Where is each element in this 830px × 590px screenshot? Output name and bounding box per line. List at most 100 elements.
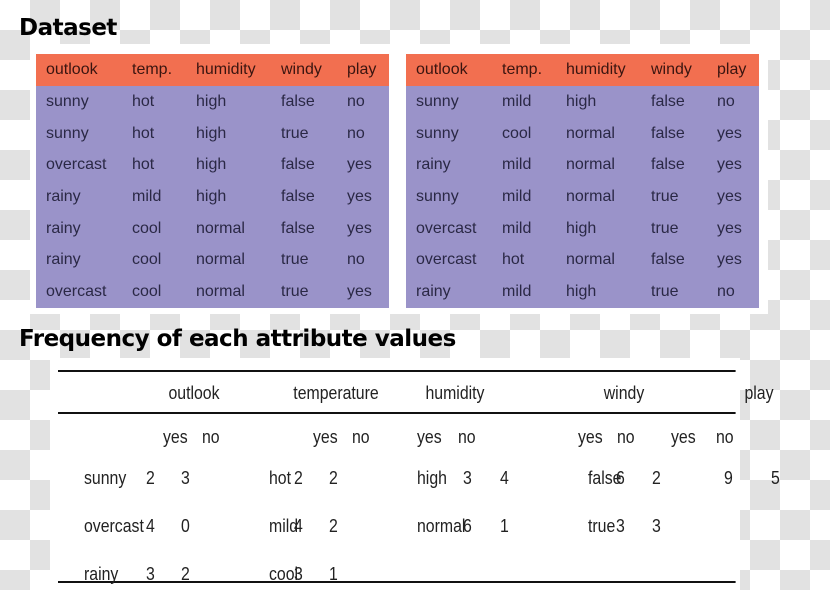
table-cell: normal xyxy=(566,156,615,174)
yes-count: 9 xyxy=(723,468,733,488)
no-count: 2 xyxy=(328,516,338,536)
yes-count: 3 xyxy=(462,468,472,488)
table-cell: mild xyxy=(502,282,532,300)
table-row: overcast hot normal false yes xyxy=(406,244,759,276)
yes-count: 6 xyxy=(615,468,625,488)
table-cell: false xyxy=(281,156,315,174)
table-cell: hot xyxy=(502,251,525,269)
column-header: outlook xyxy=(406,54,502,86)
table-row: rainy cool normal false yes xyxy=(36,213,389,245)
table-cell: overcast xyxy=(416,251,477,269)
table-cell: cool xyxy=(132,251,162,269)
table-cell: normal xyxy=(196,219,245,237)
table-row: sunny cool normal false yes xyxy=(406,118,759,150)
no-subheader: no xyxy=(715,427,734,447)
table-cell: false xyxy=(281,219,315,237)
column-header: windy xyxy=(651,54,717,86)
yes-subheader: yes xyxy=(162,427,188,447)
dataset-header-row: outlook temp. humidity windy play xyxy=(36,54,389,86)
no-count: 4 xyxy=(499,468,509,488)
table-cell: high xyxy=(566,282,597,300)
no-count: 2 xyxy=(180,564,190,584)
yes-subheader: yes xyxy=(312,427,338,447)
table-cell: no xyxy=(717,92,735,110)
table-cell: yes xyxy=(717,219,742,237)
table-cell: yes xyxy=(717,156,742,174)
table-cell: sunny xyxy=(46,92,89,110)
column-header: play xyxy=(347,54,389,86)
table-cell: rainy xyxy=(46,219,81,237)
table-cell: normal xyxy=(566,187,615,205)
table-row: sunny hot high false no xyxy=(36,86,389,118)
no-subheader: no xyxy=(351,427,370,447)
table-row: rainy cool normal true no xyxy=(36,244,389,276)
table-cell: high xyxy=(196,156,227,174)
table-cell: yes xyxy=(347,187,372,205)
no-count: 3 xyxy=(180,468,190,488)
table-cell: yes xyxy=(717,251,742,269)
group-title: windy xyxy=(603,383,645,403)
table-cell: high xyxy=(196,92,227,110)
yes-count: 4 xyxy=(293,516,303,536)
table-cell: false xyxy=(651,251,685,269)
frequency-heading: Frequency of each attribute values xyxy=(19,326,456,352)
table-cell: yes xyxy=(347,156,372,174)
table-cell: mild xyxy=(502,92,532,110)
table-cell: mild xyxy=(502,219,532,237)
value-label: hot xyxy=(268,468,292,488)
dataset-heading: Dataset xyxy=(19,15,117,41)
value-label: normal xyxy=(416,516,466,536)
table-cell: hot xyxy=(132,124,155,142)
yes-subheader: yes xyxy=(416,427,442,447)
group-title: temperature xyxy=(293,383,379,403)
table-cell: true xyxy=(281,251,309,269)
table-cell: false xyxy=(281,187,315,205)
table-cell: sunny xyxy=(416,92,459,110)
table-cell: mild xyxy=(132,187,162,205)
table-row: overcast mild high true yes xyxy=(406,213,759,245)
table-row: sunny mild high false no xyxy=(406,86,759,118)
table-cell: yes xyxy=(347,282,372,300)
table-cell: false xyxy=(281,92,315,110)
table-cell: normal xyxy=(566,124,615,142)
table-cell: rainy xyxy=(46,187,81,205)
dataset-table-left: outlook temp. humidity windy play sunny hot hi… xyxy=(36,54,389,308)
yes-subheader: yes xyxy=(670,427,696,447)
value-label: high xyxy=(416,468,447,488)
column-header: humidity xyxy=(566,54,651,86)
table-cell: high xyxy=(196,124,227,142)
table-row: sunny mild normal true yes xyxy=(406,181,759,213)
no-count: 1 xyxy=(499,516,509,536)
no-subheader: no xyxy=(616,427,635,447)
no-count: 2 xyxy=(328,468,338,488)
table-row: rainy mild normal false yes xyxy=(406,149,759,181)
table-row: rainy mild high true no xyxy=(406,276,759,308)
value-label: sunny xyxy=(83,468,127,488)
group-title: outlook xyxy=(168,383,220,403)
table-cell: high xyxy=(196,187,227,205)
no-count: 2 xyxy=(652,468,661,488)
column-header: humidity xyxy=(196,54,281,86)
yes-count: 3 xyxy=(146,564,155,584)
table-cell: no xyxy=(347,251,365,269)
table-cell: true xyxy=(281,282,309,300)
table-cell: false xyxy=(651,156,685,174)
table-cell: true xyxy=(651,282,679,300)
table-cell: yes xyxy=(717,124,742,142)
column-header: temp. xyxy=(502,54,566,86)
value-label: rainy xyxy=(83,564,119,584)
no-count: 1 xyxy=(328,564,338,584)
table-cell: no xyxy=(347,124,365,142)
table-cell: cool xyxy=(132,282,162,300)
column-header: outlook xyxy=(36,54,132,86)
no-subheader: no xyxy=(201,427,220,447)
yes-subheader: yes xyxy=(577,427,603,447)
column-header: windy xyxy=(281,54,347,86)
table-cell: rainy xyxy=(46,251,81,269)
table-cell: false xyxy=(651,92,685,110)
group-title: humidity xyxy=(425,383,485,403)
table-cell: no xyxy=(347,92,365,110)
yes-count: 4 xyxy=(146,516,155,536)
table-cell: cool xyxy=(132,219,162,237)
yes-count: 3 xyxy=(615,516,625,536)
